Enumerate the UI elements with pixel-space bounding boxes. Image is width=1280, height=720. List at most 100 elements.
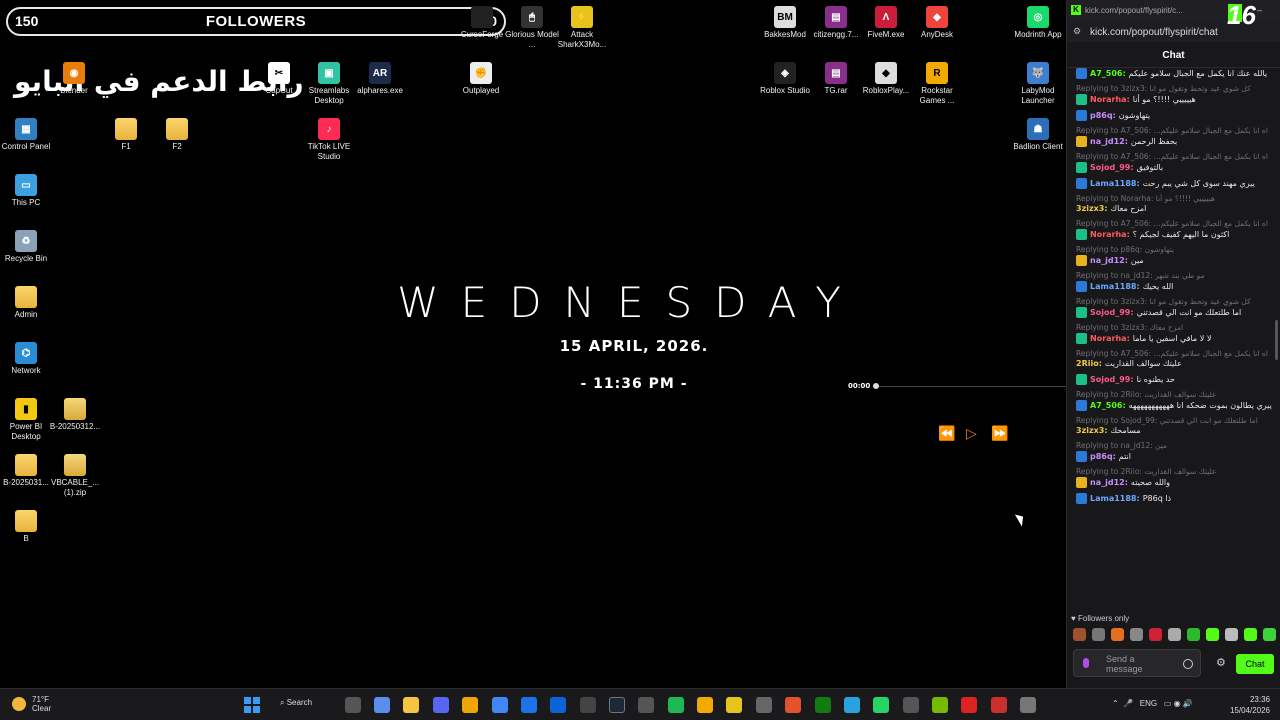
emote-icon[interactable] [1244,628,1257,641]
desktop-icon-capcut[interactable]: ✂ CapCut [251,62,307,96]
media-progress-track[interactable] [874,386,1066,387]
desktop-icon-vbcable-zip[interactable]: VBCABLE_... (1).zip [47,454,103,498]
emote-icon[interactable] [1073,628,1086,641]
desktop-icon-outplayed[interactable]: ✊ Outplayed [453,62,509,96]
taskbar-clock[interactable]: 23:36 15/04/2026 [1228,694,1270,716]
desktop-icon-attack-shark[interactable]: ⚡ Attack SharkX3Mo... [554,6,610,50]
desktop-icon-labymod[interactable]: 🐺 LabyMod Launcher [1010,62,1066,106]
chat-username[interactable]: A7_506: [1090,69,1126,79]
emoji-icon[interactable] [1183,659,1193,669]
emote-icon[interactable] [1225,628,1238,641]
desktop-icon-anydesk[interactable]: ◆ AnyDesk [909,6,965,40]
chat-username[interactable]: p86q: [1090,111,1116,121]
desktop-icon-f1[interactable]: F1 [98,118,154,152]
winrar-icon[interactable] [991,697,1007,713]
task-view-icon[interactable] [345,697,361,713]
file-explorer-icon[interactable] [403,697,419,713]
desktop-icon-recycle-bin[interactable]: ♻ Recycle Bin [0,230,54,264]
chat-username[interactable]: na_jd12: [1090,137,1128,147]
desktop-icon-streamlabs[interactable]: ▣ Streamlabs Desktop [301,62,357,106]
desktop-icon-alphares[interactable]: AR alphares.exe [352,62,408,96]
chat-username[interactable]: 3zizx3: [1076,426,1108,436]
emote-icon[interactable] [1092,628,1105,641]
chat-username[interactable]: p86q: [1090,452,1116,462]
chat-settings-gear-icon[interactable]: ⚙ [1216,656,1226,669]
chat-username[interactable]: Sojod_99: [1090,308,1134,318]
send-chat-button[interactable]: Chat [1236,654,1274,674]
settings-icon[interactable] [1020,697,1036,713]
app-icon[interactable] [638,697,654,713]
chat-username[interactable]: 2Riio: [1076,359,1102,369]
nvidia-icon[interactable] [932,697,948,713]
chat-username[interactable]: na_jd12: [1090,256,1128,266]
desktop-icon-power-bi[interactable]: ▮ Power BI Desktop [0,398,54,442]
spotify-icon[interactable] [668,697,684,713]
media-next-button[interactable]: ⏩ [991,426,1008,442]
emote-icon[interactable] [1130,628,1143,641]
app-icon[interactable] [961,697,977,713]
desktop-icon-network[interactable]: ⌬ Network [0,342,54,376]
chat-username[interactable]: Sojod_99: [1090,163,1134,173]
chrome-icon[interactable] [492,697,508,713]
media-previous-button[interactable]: ⏪ [938,426,955,442]
taskbar-search[interactable]: ⌕ Search [280,698,312,708]
emote-icon[interactable] [1149,628,1162,641]
emote-icon[interactable] [1168,628,1181,641]
chat-username[interactable]: 3zizx3: [1076,204,1108,214]
desktop-icon-b-folder-1[interactable]: B-2025031... [0,454,54,488]
attackshark-icon[interactable] [726,697,742,713]
discord-icon[interactable] [433,697,449,713]
telegram-icon[interactable] [844,697,860,713]
desktop-icon-this-pc[interactable]: ▭ This PC [0,174,54,208]
app-icon[interactable] [903,697,919,713]
desktop-icon-bakkesmod[interactable]: BM BakkesMod [757,6,813,40]
emote-icon[interactable] [1187,628,1200,641]
desktop-icon-tiktok-live[interactable]: ♪ TikTok LIVE Studio [301,118,357,162]
desktop-icon-badlion[interactable]: ☗ Badlion Client [1010,118,1066,152]
emote-icon[interactable] [1263,628,1276,641]
weather-widget[interactable]: 71°F Clear [12,695,51,713]
chat-username[interactable]: na_jd12: [1090,478,1128,488]
outlook-icon[interactable] [550,697,566,713]
chat-username[interactable]: Sojod_99: [1090,375,1134,385]
chat-username[interactable]: Norarha: [1090,334,1130,344]
desktop-icon-blender[interactable]: ◉ Blender [46,62,102,96]
steam-icon[interactable] [609,697,625,713]
start-button[interactable] [244,697,260,713]
copilot-icon[interactable] [374,697,390,713]
desktop-icon-f2[interactable]: F2 [149,118,205,152]
desktop-icon-b[interactable]: B [0,510,54,544]
desktop-icon-b-zip[interactable]: B-20250312... [47,398,103,432]
chat-username[interactable]: Norarha: [1090,230,1130,240]
desktop-icon-glorious[interactable]: 🖱 Glorious Model ... [504,6,560,50]
chat-username[interactable]: Lama1188: [1090,282,1140,292]
media-progress-handle[interactable] [873,383,879,389]
rockstar-icon[interactable] [697,697,713,713]
desktop-icon-modrinth[interactable]: ◎ Modrinth App [1010,6,1066,40]
chat-username[interactable]: A7_506: [1090,401,1126,411]
chat-scrollbar[interactable] [1275,320,1278,360]
site-info-icon[interactable]: ⚙ [1073,26,1081,37]
window-controls[interactable]: – [1257,5,1274,15]
app-icon[interactable] [580,697,596,713]
emote-icon[interactable] [1206,628,1219,641]
desktop-icon-admin[interactable]: Admin [0,286,54,320]
media-play-button[interactable]: ▷ [966,426,977,442]
app-icon[interactable] [462,697,478,713]
emote-icon[interactable] [1111,628,1124,641]
xbox-icon[interactable] [815,697,831,713]
chat-input[interactable]: Send a message [1073,649,1201,677]
chrome-alt-icon[interactable] [521,697,537,713]
microphone-icon[interactable] [1083,658,1089,668]
desktop-icon-roblox-player[interactable]: ◆ RobloxPlay... [858,62,914,96]
desktop-icon-rockstar[interactable]: R Rockstar Games ... [909,62,965,106]
desktop-icon-tg-rar[interactable]: ▤ TG.rar [808,62,864,96]
whatsapp-icon[interactable] [873,697,889,713]
language-indicator[interactable]: ENG [1140,699,1157,708]
desktop-icon-citizengg[interactable]: ▤ citizengg.7... [808,6,864,40]
desktop-icon-control-panel[interactable]: ▦ Control Panel [0,118,54,152]
app-icon[interactable] [756,697,772,713]
chat-username[interactable]: Lama1188: [1090,179,1140,189]
desktop-icon-curseforge[interactable]: CurseForge [454,6,510,40]
chat-username[interactable]: Lama1188: [1090,494,1140,504]
